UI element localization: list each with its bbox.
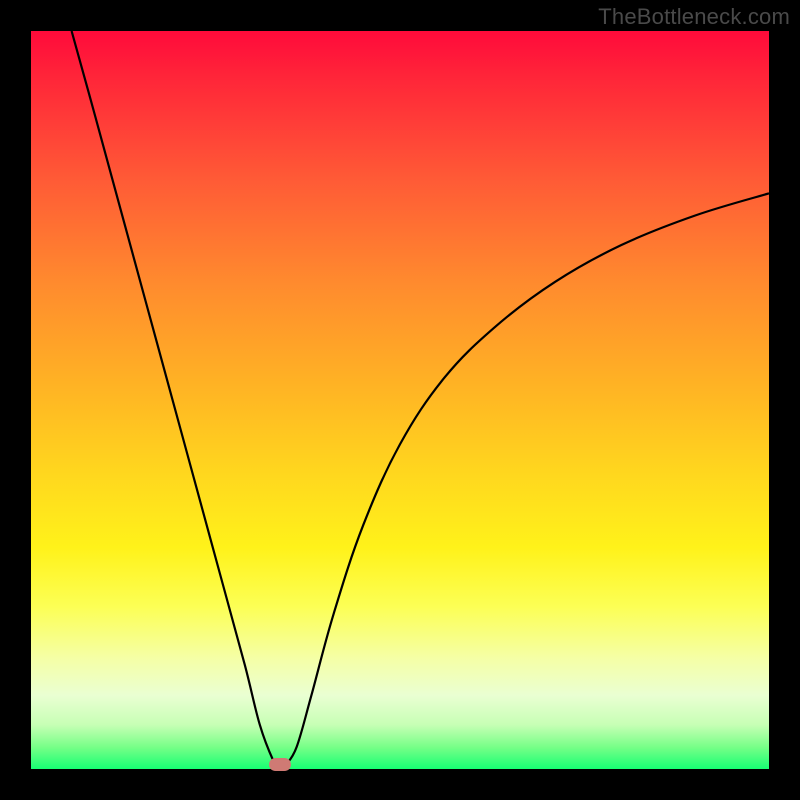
chart-plot-area	[31, 31, 769, 769]
curve-right-branch	[286, 193, 769, 765]
curve-left-branch	[72, 31, 279, 765]
attribution-label: TheBottleneck.com	[598, 4, 790, 30]
optimal-point-marker	[269, 758, 291, 771]
bottleneck-curve	[31, 31, 769, 769]
